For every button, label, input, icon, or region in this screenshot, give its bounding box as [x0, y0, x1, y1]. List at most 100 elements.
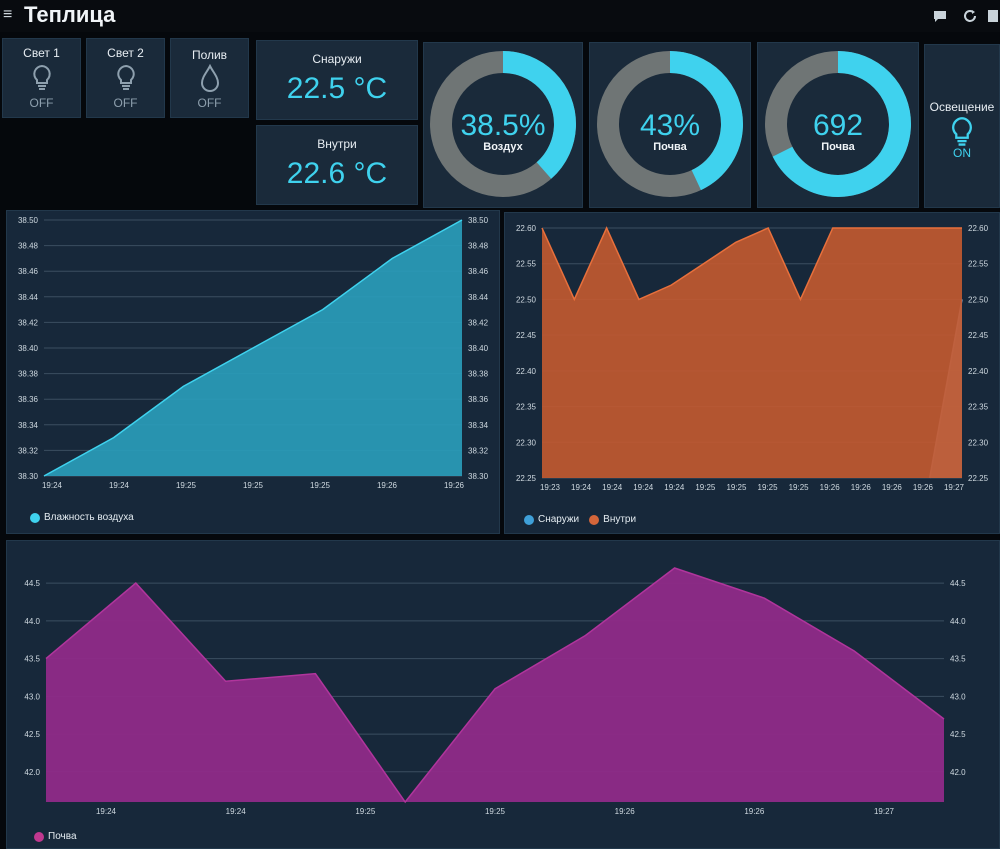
soil-chart-panel: 44.5 44.5 44.0 44.0 43.5 43.5 43.0 43.0 42.5 42.5…	[6, 540, 1000, 849]
x-tick-label: 19:26	[444, 481, 465, 490]
x-tick-label: 19:24	[96, 807, 117, 816]
inside-temp-value: 22.6 °C	[286, 157, 388, 190]
watering-toggle[interactable]: Полив OFF	[170, 38, 249, 118]
gauge-value: 692	[813, 109, 863, 142]
y-tick-label-left: 43.0	[24, 692, 40, 701]
y-tick-label-right: 38.44	[468, 293, 489, 302]
x-tick-label: 19:26	[851, 483, 872, 492]
legend-label: Влажность воздуха	[44, 512, 134, 523]
humidity-chart: 38.50 38.50 38.48 38.48 38.46 38.46 38.44 38.44…	[18, 216, 489, 490]
y-tick-label-left: 38.50	[18, 216, 39, 225]
x-tick-label: 19:23	[540, 483, 561, 492]
x-tick-label: 19:24	[109, 481, 130, 490]
humidity-legend[interactable]: Влажность воздуха	[30, 512, 134, 523]
gauge-label: Почва	[653, 141, 687, 153]
y-tick-label-left: 38.32	[18, 446, 39, 455]
y-tick-label-right: 38.34	[468, 421, 489, 430]
x-tick-label: 19:24	[633, 483, 654, 492]
y-tick-label-left: 44.0	[24, 617, 40, 626]
x-tick-label: 19:25	[355, 807, 376, 816]
outside-temp-widget: Снаружи 22.5 °C	[256, 40, 418, 120]
y-tick-label-left: 38.40	[18, 344, 39, 353]
temperature-chart: 22.60 22.60 22.55 22.55 22.50 22.50 22.45 22.45…	[516, 224, 989, 492]
y-tick-label-left: 22.45	[516, 331, 537, 340]
temperature-chart-panel: 22.60 22.60 22.55 22.55 22.50 22.50 22.45 22.45…	[504, 212, 1000, 534]
bulb-icon	[116, 64, 135, 90]
y-tick-label-left: 22.25	[516, 474, 537, 483]
x-tick-label: 19:25	[485, 807, 506, 816]
light2-toggle[interactable]: Свет 2 OFF	[86, 38, 165, 118]
legend-label: Почва	[48, 831, 77, 842]
bulb-icon	[32, 64, 51, 90]
series-area	[46, 568, 944, 802]
lighting-status[interactable]: Освещение ON	[924, 44, 1000, 208]
y-tick-label-left: 22.30	[516, 438, 537, 447]
y-tick-label-left: 43.5	[24, 655, 40, 664]
x-tick-label: 19:26	[820, 483, 841, 492]
y-tick-label-right: 22.60	[968, 224, 989, 233]
light2-label: Свет 2	[107, 46, 144, 60]
x-tick-label: 19:25	[176, 481, 197, 490]
page-title: Теплица	[24, 2, 116, 27]
y-tick-label-left: 38.48	[18, 242, 39, 251]
y-tick-label-left: 38.42	[18, 318, 39, 327]
legend-swatch	[30, 512, 40, 523]
y-tick-label-left: 38.44	[18, 293, 39, 302]
light2-state: OFF	[113, 96, 138, 110]
y-tick-label-right: 22.25	[968, 474, 989, 483]
chat-icon[interactable]	[932, 8, 948, 24]
y-tick-label-left: 42.5	[24, 730, 40, 739]
humidity-chart-panel: 38.50 38.50 38.48 38.48 38.46 38.46 38.44 38.44…	[6, 210, 500, 534]
hamburger-menu-icon[interactable]: ≡	[3, 6, 12, 24]
y-tick-label-right: 43.0	[950, 692, 966, 701]
x-tick-label: 19:24	[571, 483, 592, 492]
x-tick-label: 19:26	[744, 807, 765, 816]
more-icon[interactable]	[986, 8, 1000, 24]
y-tick-label-right: 43.5	[950, 655, 966, 664]
y-tick-label-left: 44.5	[24, 579, 40, 588]
x-tick-label: 19:27	[944, 483, 965, 492]
x-tick-label: 19:24	[664, 483, 685, 492]
y-tick-label-right: 22.45	[968, 331, 989, 340]
x-tick-label: 19:24	[602, 483, 623, 492]
gauge-label: Воздух	[483, 141, 523, 153]
x-tick-label: 19:25	[243, 481, 264, 490]
soil-chart: 44.5 44.5 44.0 44.0 43.5 43.5 43.0 43.0 42.5 42.5…	[24, 567, 966, 816]
y-tick-label-left: 22.60	[516, 224, 537, 233]
refresh-icon[interactable]	[962, 8, 978, 24]
gauge-value: 38.5%	[460, 109, 545, 142]
y-tick-label-left: 22.55	[516, 260, 537, 269]
x-tick-label: 19:27	[874, 807, 895, 816]
soil-legend[interactable]: Почва	[34, 831, 77, 842]
light1-toggle[interactable]: Свет 1 OFF	[2, 38, 81, 118]
y-tick-label-left: 22.40	[516, 367, 537, 376]
y-tick-label-right: 38.30	[468, 472, 489, 481]
y-tick-label-right: 42.5	[950, 730, 966, 739]
outside-temp-value: 22.5 °C	[286, 72, 388, 105]
bulb-icon	[952, 117, 972, 146]
y-tick-label-right: 38.42	[468, 318, 489, 327]
x-tick-label: 19:26	[913, 483, 934, 492]
watering-state: OFF	[197, 96, 222, 110]
y-tick-label-right: 22.35	[968, 403, 989, 412]
x-tick-label: 19:24	[226, 807, 247, 816]
y-tick-label-left: 22.35	[516, 403, 537, 412]
temperature-legend[interactable]: Снаружи Внутри	[524, 514, 636, 525]
x-tick-label: 19:26	[615, 807, 636, 816]
legend-label: Снаружи	[538, 514, 580, 525]
y-tick-label-right: 38.40	[468, 344, 489, 353]
x-tick-label: 19:26	[882, 483, 903, 492]
x-tick-label: 19:25	[310, 481, 331, 490]
y-tick-label-left: 38.36	[18, 395, 39, 404]
lighting-state: ON	[953, 146, 971, 160]
y-tick-label-right: 38.48	[468, 242, 489, 251]
x-tick-label: 19:25	[758, 483, 779, 492]
gauge-label: Почва	[821, 141, 855, 153]
light1-label: Свет 1	[23, 46, 60, 60]
water-drop-icon	[200, 64, 219, 92]
series-area	[542, 228, 962, 478]
legend-swatch	[524, 514, 534, 525]
legend-label: Внутри	[603, 514, 637, 525]
y-tick-label-left: 38.46	[18, 267, 39, 276]
y-tick-label-right: 44.0	[950, 617, 966, 626]
